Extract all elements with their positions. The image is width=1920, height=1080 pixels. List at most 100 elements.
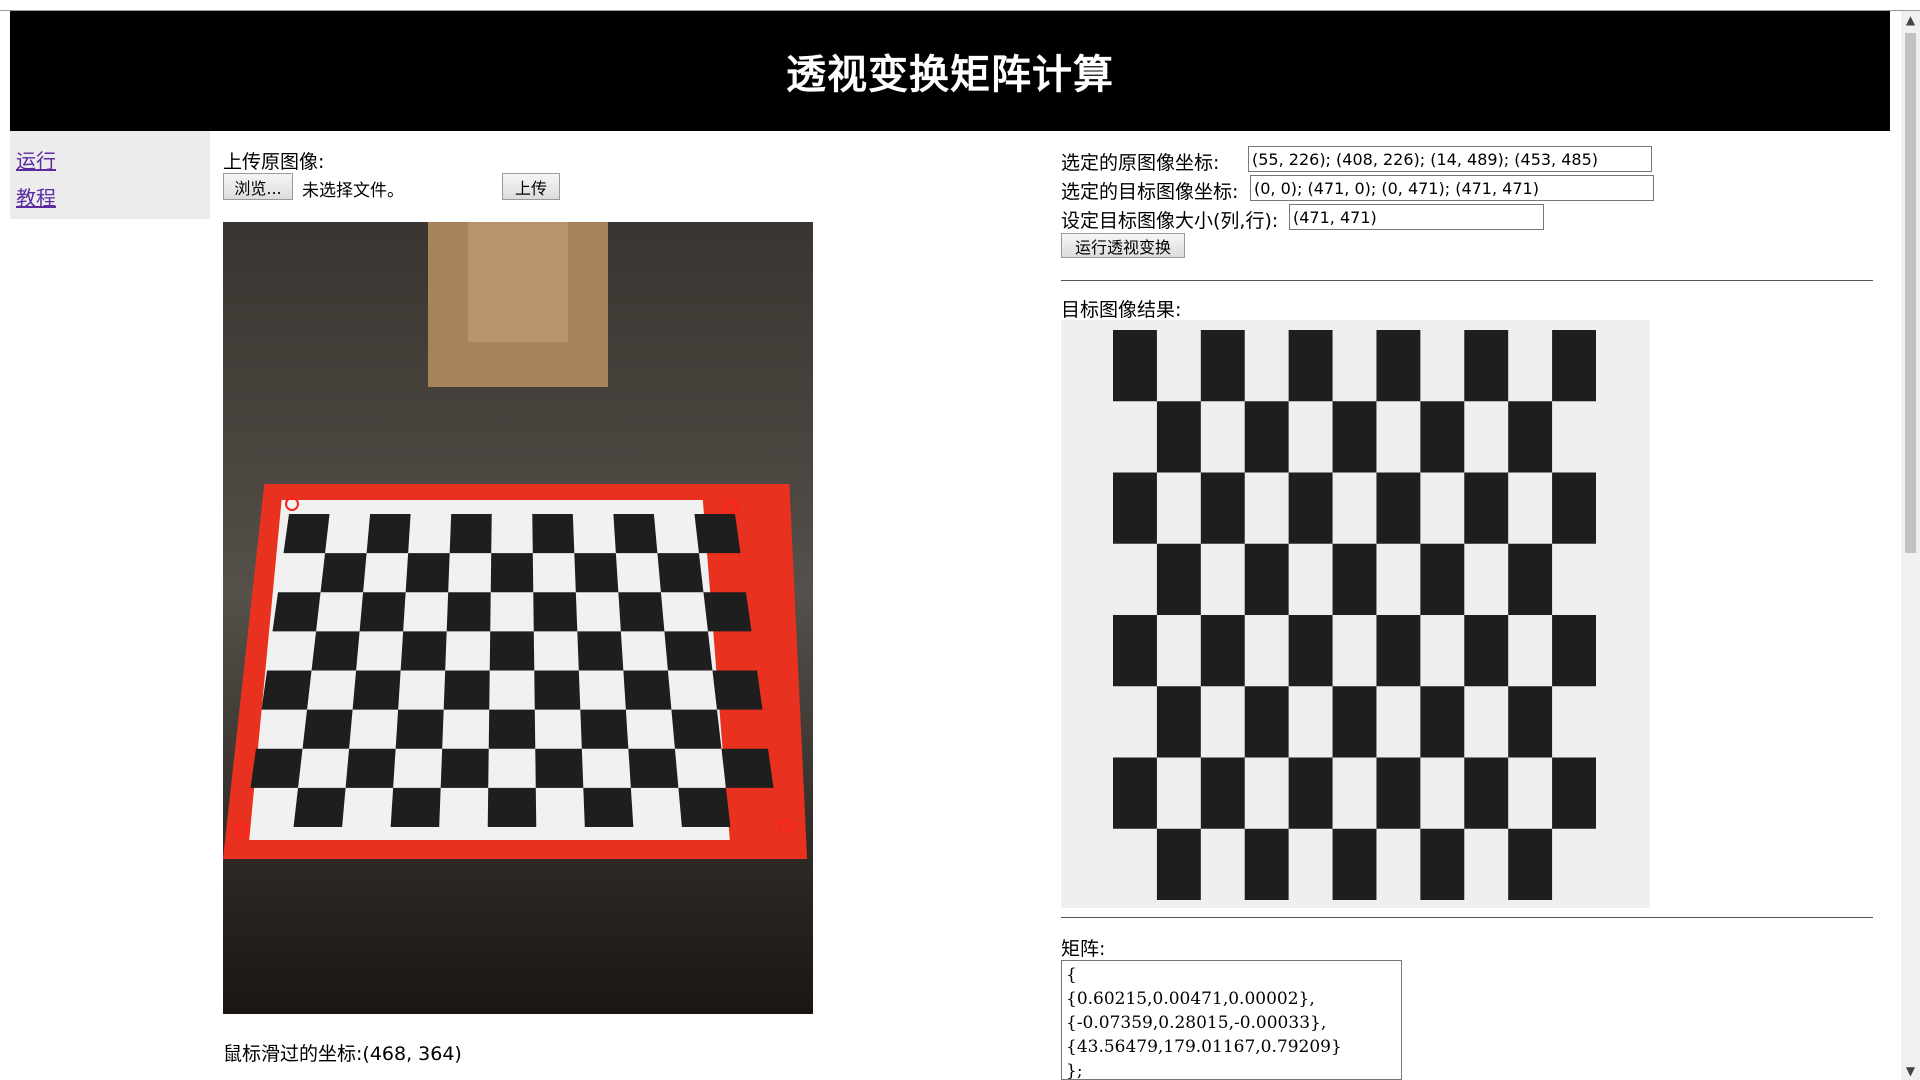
divider-1 [1061,280,1873,281]
sidebar-item-run[interactable]: 运行 [16,143,210,180]
dst-coords-field[interactable] [1250,175,1654,201]
checker-square [678,787,731,827]
checker-square [490,553,534,593]
checker-square [293,787,346,827]
sidebar-item-tutorial[interactable]: 教程 [16,180,210,217]
checker-square [1552,615,1596,687]
mouse-coords-value: (468, 364) [362,1043,462,1065]
page-header: 透视变换矩阵计算 [10,11,1890,131]
src-coords-field[interactable] [1248,146,1652,172]
checker-square [311,631,360,671]
checker-square [1376,472,1421,544]
matrix-line: { [1066,965,1077,985]
checker-square [400,631,447,671]
mouse-coords: 鼠标滑过的坐标:(468, 364) [223,1039,462,1066]
checker-square [489,631,535,671]
matrix-line: }; [1066,1061,1083,1080]
checker-square [1420,686,1465,758]
checker-square [1200,330,1245,402]
browse-button[interactable]: 浏览... [223,173,293,200]
checker-square [628,748,679,788]
checker-square [272,592,321,632]
checker-square [405,553,450,593]
source-image[interactable] [223,222,813,1014]
checker-square [712,670,763,710]
checker-square [1420,401,1465,473]
checker-square [1376,615,1421,687]
checker-square [1288,757,1333,829]
checker-square [366,514,411,554]
scroll-thumb[interactable] [1905,33,1916,553]
checker-square [1332,828,1377,900]
chevron-down-icon[interactable]: ▼ [1901,1062,1920,1080]
mouse-coords-label: 鼠标滑过的坐标: [223,1043,363,1065]
upload-button[interactable]: 上传 [502,173,560,200]
page-title: 透视变换矩阵计算 [786,52,1114,98]
result-image [1061,320,1650,908]
checker-square [532,514,575,554]
src-coords-label: 选定的原图像坐标: [1061,152,1220,174]
browser-top-strip [0,0,1920,11]
checker-square [1332,401,1377,473]
checker-square [1156,401,1201,473]
source-checkerboard [235,497,792,837]
checker-square [395,709,444,749]
checker-square [721,748,774,788]
checker-square [694,514,741,554]
checker-square [1420,828,1465,900]
checker-square [657,553,704,593]
checker-square [1508,686,1553,758]
checker-square [1113,472,1157,544]
checker-square [613,514,658,554]
checker-square [345,748,396,788]
checker-square [359,592,406,632]
checker-square [1420,543,1465,615]
divider-2 [1061,917,1873,918]
checker-square [1156,543,1201,615]
checker-square [1244,828,1289,900]
corner-marker-2 [724,500,738,514]
checker-square [1376,330,1421,402]
chevron-up-icon[interactable]: ▲ [1901,11,1920,29]
checker-square [1244,686,1289,758]
checker-square [533,592,578,632]
corner-marker-4 [778,819,792,833]
dst-coords-label: 选定的目标图像坐标: [1061,181,1239,203]
checker-square [320,553,367,593]
result-label: 目标图像结果: [1061,299,1182,321]
checker-square [1156,828,1201,900]
page-scrollbar[interactable]: ▲ ▼ [1901,11,1920,1080]
checker-square [1288,330,1333,402]
checker-square [577,631,624,671]
checker-square [535,748,584,788]
checker-square [1244,401,1289,473]
checker-square [1508,401,1553,473]
checker-square [583,787,634,827]
checker-square [1200,757,1245,829]
upload-label: 上传原图像: [223,151,325,173]
checker-square [1552,472,1596,544]
checker-square [440,748,489,788]
checker-square [250,748,303,788]
checker-square [1552,757,1596,829]
checker-square [446,592,491,632]
checker-square [671,709,722,749]
checker-square [1332,543,1377,615]
checker-square [390,787,441,827]
target-size-field[interactable] [1289,204,1544,230]
corner-marker-3 [235,823,249,837]
checker-square [1113,615,1157,687]
checker-square [574,553,619,593]
checker-square [618,592,665,632]
checker-square [449,514,492,554]
run-transform-button[interactable]: 运行透视变换 [1061,233,1185,258]
checker-square [302,709,353,749]
checker-square [1244,543,1289,615]
checker-square [487,787,537,827]
checker-square [352,670,401,710]
matrix-line: {-0.07359,0.28015,-0.00033}, [1066,1013,1327,1033]
checker-square [1288,472,1333,544]
matrix-line: {43.56479,179.01167,0.79209} [1066,1037,1342,1057]
matrix-line: {0.60215,0.00471,0.00002}, [1066,989,1315,1009]
matrix-textarea[interactable]: { {0.60215,0.00471,0.00002}, {-0.07359,0… [1061,960,1402,1080]
